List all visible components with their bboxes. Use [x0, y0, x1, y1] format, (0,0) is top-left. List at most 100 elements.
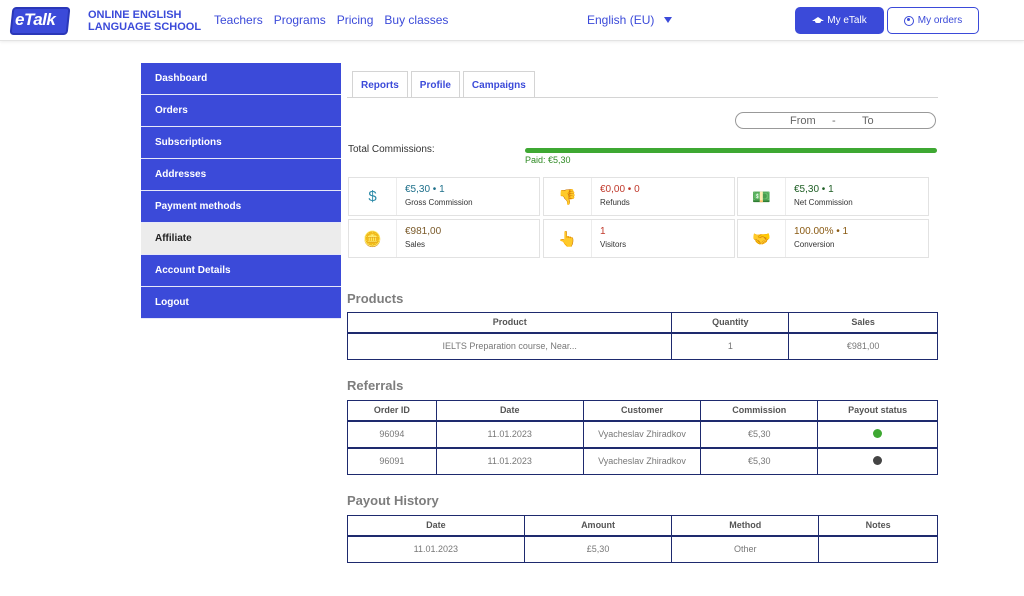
tab-reports[interactable]: Reports: [352, 71, 408, 98]
stat-card-refunds: 👎 €0,00 • 0 Refunds: [543, 177, 735, 216]
status-dot-icon: [873, 428, 883, 438]
column-header: Payout status: [817, 400, 938, 422]
payout-notes-cell: [818, 535, 938, 563]
top-header: eTalk ONLINE ENGLISH LANGUAGE SCHOOL Tea…: [0, 0, 1024, 41]
user-circle-icon: [903, 15, 914, 26]
date-cell: 11.01.2023: [435, 447, 584, 475]
nav-pricing[interactable]: Pricing: [337, 13, 374, 27]
main-nav: Teachers Programs Pricing Buy classes: [214, 13, 448, 27]
stat-value: €5,30 • 1: [405, 184, 445, 195]
table-row: IELTS Preparation course, Near... 1 €981…: [346, 332, 938, 360]
order-id-cell: 96091: [347, 447, 437, 475]
date-to-input[interactable]: To: [862, 115, 874, 127]
stat-label: Net Commission: [794, 198, 853, 207]
column-header: Quantity: [671, 312, 790, 334]
payout-status-cell: [817, 447, 938, 475]
commissions-progress-fill: [525, 148, 937, 153]
commissions-progress-bar: [525, 148, 937, 153]
sidebar-item-addresses[interactable]: Addresses: [141, 159, 341, 191]
chevron-down-icon[interactable]: [664, 17, 672, 23]
total-commissions-label: Total Commissions:: [348, 144, 435, 155]
money-hand-icon: 💵: [738, 178, 786, 215]
stat-card-conversion: 🤝 100.00% • 1 Conversion: [737, 219, 929, 258]
paid-amount-label: Paid: €5,30: [525, 155, 571, 165]
my-etalk-label: My eTalk: [827, 15, 867, 26]
column-header: Amount: [523, 515, 673, 537]
logo-text: eTalk: [15, 10, 56, 29]
payout-history-heading: Payout History: [347, 493, 439, 508]
stat-value: €0,00 • 0: [600, 184, 640, 195]
sales-cell: €981,00: [788, 332, 938, 360]
column-header: Order ID: [347, 400, 437, 422]
stat-label: Conversion: [794, 240, 835, 249]
account-sidebar: Dashboard Orders Subscriptions Addresses…: [141, 63, 341, 319]
stat-label: Visitors: [600, 240, 627, 249]
sidebar-item-payment-methods[interactable]: Payment methods: [141, 191, 341, 223]
nav-programs[interactable]: Programs: [274, 13, 326, 27]
date-from-input[interactable]: From: [790, 115, 816, 127]
column-header: Sales: [788, 312, 938, 334]
tab-campaigns[interactable]: Campaigns: [462, 71, 535, 98]
payout-date-cell: 11.01.2023: [347, 535, 525, 563]
tab-profile[interactable]: Profile: [410, 71, 460, 98]
customer-cell: Vyacheslav Zhiradkov: [582, 447, 702, 475]
stat-card-sales: 🪙 €981,00 Sales: [348, 219, 540, 258]
handshake-icon: 🤝: [738, 220, 786, 257]
thumbs-down-icon: 👎: [544, 178, 592, 215]
table-row: 11.01.2023 £5,30 Other: [347, 535, 938, 563]
column-header: Date: [347, 515, 525, 537]
coins-icon: 🪙: [349, 220, 397, 257]
sidebar-item-affiliate[interactable]: Affiliate: [141, 223, 341, 255]
school-name[interactable]: ONLINE ENGLISH LANGUAGE SCHOOL: [88, 9, 201, 33]
stat-value: €5,30 • 1: [794, 184, 834, 195]
nav-teachers[interactable]: Teachers: [214, 13, 263, 27]
school-name-line1: ONLINE ENGLISH: [88, 9, 182, 21]
date-range-picker[interactable]: From - To: [735, 112, 936, 129]
product-name-cell: IELTS Preparation course, Near...: [346, 332, 673, 360]
sidebar-item-dashboard[interactable]: Dashboard: [141, 63, 341, 95]
stat-label: Sales: [405, 240, 426, 249]
sidebar-item-logout[interactable]: Logout: [141, 287, 341, 319]
column-header: Date: [435, 400, 584, 422]
commission-cell: €5,30: [700, 420, 819, 449]
products-heading: Products: [347, 291, 404, 306]
column-header: Customer: [582, 400, 702, 422]
sidebar-item-subscriptions[interactable]: Subscriptions: [141, 127, 341, 159]
referrals-heading: Referrals: [347, 378, 404, 393]
stat-label: Refunds: [600, 198, 630, 207]
referrals-table: Order ID Date Customer Commission Payout…: [347, 400, 938, 475]
date-range-separator: -: [832, 115, 836, 127]
stat-card-net-commission: 💵 €5,30 • 1 Net Commission: [737, 177, 929, 216]
column-header: Method: [671, 515, 820, 537]
affiliate-tabs: Reports Profile Campaigns: [352, 71, 535, 98]
column-header: Notes: [818, 515, 938, 537]
sidebar-item-orders[interactable]: Orders: [141, 95, 341, 127]
stat-value: 1: [600, 226, 606, 237]
payout-status-cell: [817, 420, 938, 449]
table-row: 96091 11.01.2023 Vyacheslav Zhiradkov €5…: [347, 447, 938, 475]
nav-buy-classes[interactable]: Buy classes: [384, 13, 448, 27]
date-cell: 11.01.2023: [435, 420, 584, 449]
my-etalk-button[interactable]: My eTalk: [795, 7, 884, 34]
stat-label: Gross Commission: [405, 198, 473, 207]
table-row: 96094 11.01.2023 Vyacheslav Zhiradkov €5…: [347, 420, 938, 449]
status-dot-icon: [873, 455, 883, 465]
payout-method-cell: Other: [671, 535, 820, 563]
stat-card-gross-commission: $ €5,30 • 1 Gross Commission: [348, 177, 540, 216]
payout-history-table: Date Amount Method Notes 11.01.2023 £5,3…: [347, 515, 938, 563]
language-selector[interactable]: English (EU): [587, 13, 654, 27]
sidebar-item-account-details[interactable]: Account Details: [141, 255, 341, 287]
customer-cell: Vyacheslav Zhiradkov: [582, 420, 702, 449]
etalk-logo[interactable]: eTalk: [9, 7, 71, 35]
quantity-cell: 1: [671, 332, 790, 360]
school-name-line2: LANGUAGE SCHOOL: [88, 21, 202, 33]
my-orders-button[interactable]: My orders: [887, 7, 979, 34]
commission-cell: €5,30: [700, 447, 819, 475]
stat-value: €981,00: [405, 226, 442, 237]
tabs-divider: [347, 97, 938, 98]
order-id-cell: 96094: [347, 420, 437, 449]
payout-amount-cell: £5,30: [523, 535, 673, 563]
stat-card-visitors: 👆 1 Visitors: [543, 219, 735, 258]
column-header: Product: [346, 312, 673, 334]
dollar-icon: $: [349, 178, 397, 215]
